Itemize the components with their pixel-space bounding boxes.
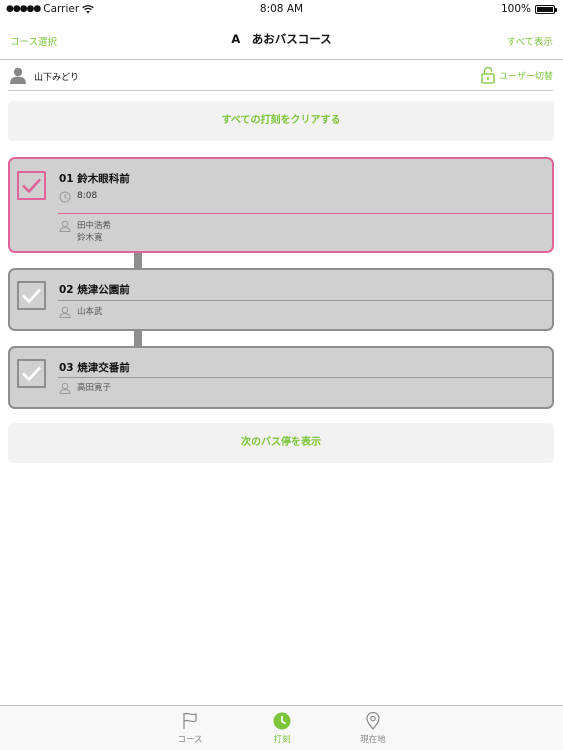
show-next-stop-button[interactable]: 次のバス停を表示: [8, 423, 554, 463]
clear-all-stamps-button[interactable]: すべての打刻をクリアする: [8, 101, 554, 141]
tab-label: 現在地: [360, 735, 386, 745]
divider: [58, 377, 552, 378]
route-connector: [134, 253, 142, 268]
status-bar: ●●●●● Carrier 8:08 AM 100%: [0, 0, 563, 20]
status-time: 8:08 AM: [259, 3, 304, 15]
switch-user-button[interactable]: ユーザー切替: [481, 66, 553, 84]
divider: [58, 213, 552, 214]
person-icon: [59, 306, 71, 318]
stamp-time-row: 8:08: [59, 191, 97, 203]
battery-icon: [535, 4, 557, 14]
battery-percent: 100%: [500, 3, 531, 15]
stop-checkbox[interactable]: [17, 359, 46, 388]
stop-title: 03 焼津交番前: [59, 362, 130, 374]
user-name: 山下みどり: [34, 73, 80, 83]
stop-checkbox[interactable]: [17, 171, 46, 200]
rider-list: 高田寛子: [59, 382, 111, 394]
switch-user-label: ユーザー切替: [499, 71, 553, 82]
clock-icon: [273, 712, 291, 730]
divider: [58, 300, 552, 301]
tab-stamp[interactable]: 打刻: [252, 712, 312, 745]
rider-list: 山本武: [59, 306, 103, 318]
stop-checkbox[interactable]: [17, 281, 46, 310]
location-pin-icon: [366, 712, 380, 730]
bus-stop-card[interactable]: 03 焼津交番前 高田寛子: [8, 346, 554, 409]
battery-status: 100%: [500, 3, 557, 15]
flag-icon: [183, 712, 197, 729]
person-icon: [59, 220, 71, 232]
tab-current-location[interactable]: 現在地: [343, 712, 403, 745]
rider-name: 鈴木寛: [77, 233, 103, 243]
page-title: A あおバスコース: [231, 32, 332, 46]
tab-course[interactable]: コース: [160, 712, 220, 745]
tab-bar: コース 打刻 現在地: [0, 705, 563, 750]
route-connector: [134, 331, 142, 346]
user-row: 山下みどり ユーザー切替: [8, 61, 553, 91]
unlock-icon: [481, 66, 495, 84]
bus-stop-card[interactable]: 01 鈴木眼科前 8:08 田中浩希 鈴木寛: [8, 157, 554, 253]
show-all-button[interactable]: すべて表示: [507, 34, 553, 48]
tab-label: 打刻: [273, 735, 291, 745]
stop-title: 01 鈴木眼科前: [59, 173, 130, 185]
bus-stop-card[interactable]: 02 焼津公園前 山本武: [8, 268, 554, 331]
rider-list: 田中浩希 鈴木寛: [59, 220, 111, 244]
person-icon: [59, 382, 71, 394]
rider-name: 田中浩希: [77, 221, 112, 231]
stamp-time: 8:08: [77, 191, 98, 201]
clock-icon: [59, 191, 71, 203]
user-avatar-icon: [10, 67, 26, 84]
tab-label: コース: [177, 735, 203, 745]
rider-name: 山本武: [77, 307, 103, 317]
navigation-bar: コース選択 A あおバスコース すべて表示: [0, 20, 563, 60]
stop-title: 02 焼津公園前: [59, 284, 130, 296]
rider-name: 高田寛子: [77, 383, 112, 393]
checkmark-icon: [22, 288, 41, 304]
checkmark-icon: [22, 366, 41, 382]
checkmark-icon: [22, 178, 41, 194]
